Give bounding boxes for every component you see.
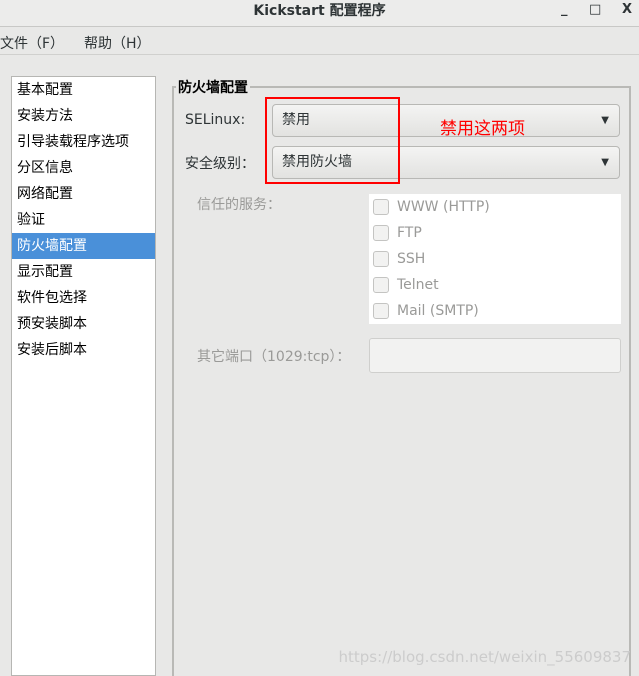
annotation-highlight-box	[265, 97, 400, 184]
menu-bar: 文件（F） 帮助（H）	[0, 28, 639, 55]
trusted-services-list: WWW (HTTP) FTP SSH Telnet Mail (SMTP)	[369, 194, 621, 324]
window-title: Kickstart 配置程序	[253, 3, 386, 19]
menu-file[interactable]: 文件（F）	[0, 33, 64, 53]
checkbox[interactable]	[373, 277, 389, 293]
sidebar-item-basic[interactable]: 基本配置	[12, 77, 155, 103]
service-telnet[interactable]: Telnet	[369, 272, 621, 298]
service-label: SSH	[397, 251, 426, 267]
annotation-text: 禁用这两项	[440, 119, 525, 139]
service-http[interactable]: WWW (HTTP)	[369, 194, 621, 220]
service-label: Mail (SMTP)	[397, 303, 479, 319]
sidebar-item-bootloader[interactable]: 引导装载程序选项	[12, 129, 155, 155]
sidebar-item-packages[interactable]: 软件包选择	[12, 285, 155, 311]
sidebar-item-display[interactable]: 显示配置	[12, 259, 155, 285]
sidebar-item-partition[interactable]: 分区信息	[12, 155, 155, 181]
sidebar: 基本配置 安装方法 引导装载程序选项 分区信息 网络配置 验证 防火墙配置 显示…	[11, 76, 156, 676]
service-ftp[interactable]: FTP	[369, 220, 621, 246]
sidebar-item-pre-script[interactable]: 预安装脚本	[12, 311, 155, 337]
service-smtp[interactable]: Mail (SMTP)	[369, 298, 621, 324]
sidebar-item-install-method[interactable]: 安装方法	[12, 103, 155, 129]
security-level-label: 安全级别：	[185, 156, 255, 172]
dropdown-arrow-icon: ▼	[601, 115, 609, 126]
service-ssh[interactable]: SSH	[369, 246, 621, 272]
watermark: https://blog.csdn.net/weixin_55609837	[338, 648, 631, 666]
selinux-label: SELinux:	[185, 112, 246, 128]
checkbox[interactable]	[373, 303, 389, 319]
menu-help[interactable]: 帮助（H）	[84, 33, 151, 53]
trusted-services-label: 信任的服务：	[197, 197, 281, 213]
dropdown-arrow-icon: ▼	[601, 157, 609, 168]
close-button[interactable]: X	[622, 2, 632, 17]
service-label: FTP	[397, 225, 422, 241]
sidebar-item-post-script[interactable]: 安装后脚本	[12, 337, 155, 363]
checkbox[interactable]	[373, 199, 389, 215]
checkbox[interactable]	[373, 251, 389, 267]
minimize-button[interactable]: _	[561, 2, 568, 17]
sidebar-item-network[interactable]: 网络配置	[12, 181, 155, 207]
sidebar-item-firewall[interactable]: 防火墙配置	[12, 233, 155, 259]
title-bar: Kickstart 配置程序	[0, 0, 639, 27]
other-ports-input[interactable]	[369, 338, 621, 373]
frame-title: 防火墙配置	[176, 77, 250, 97]
other-ports-label: 其它端口（1029:tcp）：	[197, 349, 351, 365]
checkbox[interactable]	[373, 225, 389, 241]
sidebar-item-auth[interactable]: 验证	[12, 207, 155, 233]
service-label: WWW (HTTP)	[397, 199, 490, 215]
service-label: Telnet	[397, 277, 439, 293]
maximize-button[interactable]: □	[589, 2, 601, 17]
